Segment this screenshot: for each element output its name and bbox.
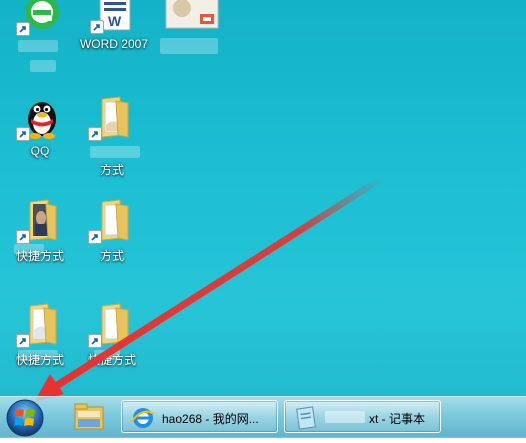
taskbar-button-notepad[interactable]: xt - 记事本 xyxy=(284,400,441,433)
explorer-taskbar-button[interactable] xyxy=(62,399,116,435)
taskbar-button-label: hao268 - 我的网... xyxy=(162,412,259,426)
redaction-blur xyxy=(30,60,56,72)
shortcut-arrow-icon xyxy=(16,22,30,36)
desktop-icon-folder[interactable]: 方式 xyxy=(72,93,152,178)
shortcut-arrow-icon xyxy=(88,334,102,348)
desktop-icon-browser[interactable] xyxy=(0,0,80,39)
desktop-icon-media[interactable] xyxy=(152,0,232,37)
start-button[interactable] xyxy=(5,398,45,438)
desktop-icon-qq[interactable]: QQ xyxy=(0,93,80,158)
taskbar-button-browser[interactable]: hao268 - 我的网... xyxy=(121,400,278,433)
windows-logo-icon xyxy=(6,399,44,437)
redaction-blur xyxy=(90,146,140,158)
explorer-folder-icon xyxy=(74,403,104,430)
redaction-blur xyxy=(18,40,58,52)
redaction-blur xyxy=(94,350,120,360)
shortcut-arrow-icon xyxy=(88,230,102,244)
folder-icon xyxy=(88,93,136,141)
shortcut-arrow-icon xyxy=(16,127,30,141)
ie-browser-icon xyxy=(130,405,156,431)
shortcut-arrow-icon xyxy=(16,230,30,244)
folder-icon xyxy=(88,196,136,244)
desktop-icon-label: WORD 2007 xyxy=(79,37,149,51)
folder-icon xyxy=(16,300,64,348)
taskbar: hao268 - 我的网... xt - 记事本 xyxy=(0,396,526,438)
redaction-blur xyxy=(14,244,44,254)
shortcut-arrow-icon xyxy=(16,334,30,348)
desktop-icon-label: 方式 xyxy=(99,249,124,263)
svg-text:W: W xyxy=(108,13,122,29)
folder-icon xyxy=(16,196,64,244)
redaction-blur xyxy=(18,350,58,360)
redaction-blur xyxy=(325,411,365,423)
desktop-icon-folder[interactable]: 方式 xyxy=(72,196,152,264)
qq-penguin-icon xyxy=(16,93,64,141)
word-document-icon: W xyxy=(90,0,138,34)
notepad-icon xyxy=(293,405,319,431)
taskbar-button-label: xt - 记事本 xyxy=(369,412,425,426)
browser-icon xyxy=(16,0,64,36)
shortcut-arrow-icon xyxy=(88,127,102,141)
folder-icon xyxy=(88,300,136,348)
desktop-icon-label: QQ xyxy=(30,144,50,158)
media-thumbnail-icon xyxy=(164,0,220,34)
desktop: W WORD 2007 QQ 方式 快捷方式 方式 快捷方式 快捷方式 xyxy=(0,0,526,437)
desktop-icon-label: 方式 xyxy=(99,163,124,177)
desktop-icon-word[interactable]: W WORD 2007 xyxy=(74,0,154,51)
shortcut-arrow-icon xyxy=(90,20,104,34)
redaction-blur xyxy=(160,38,218,54)
